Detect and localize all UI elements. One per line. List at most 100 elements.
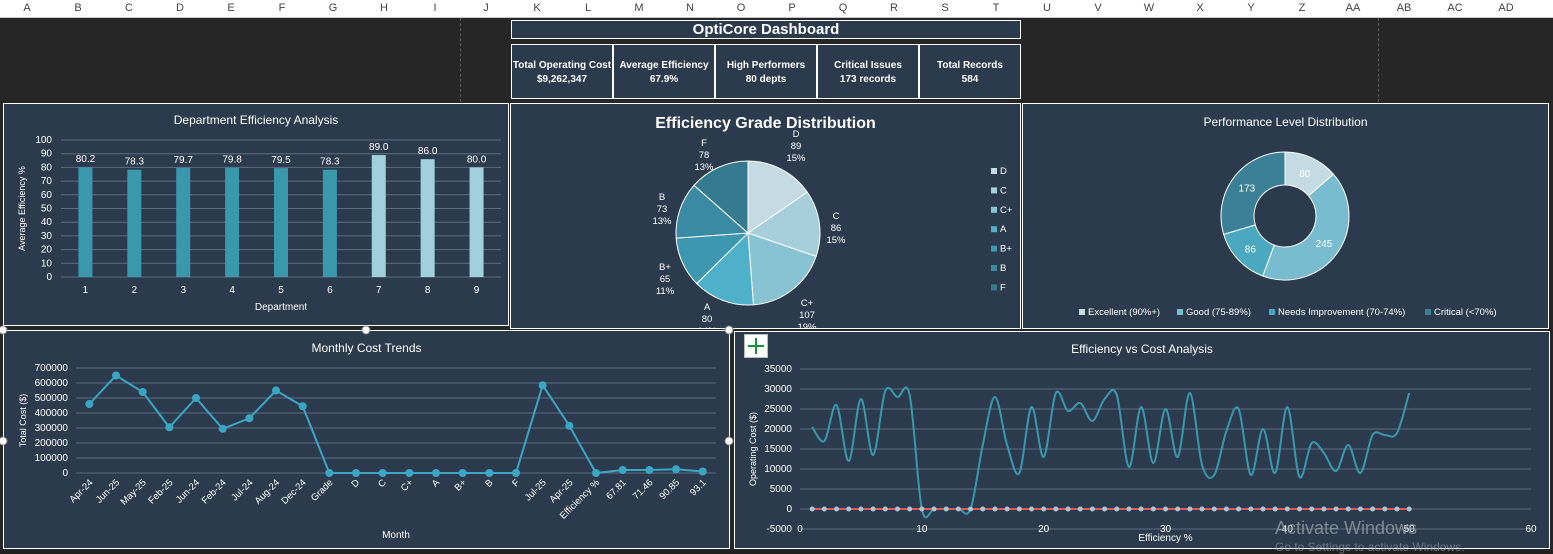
x-tick-label: 9	[474, 285, 480, 296]
data-point	[112, 371, 120, 380]
column-header-AC[interactable]: AC	[1447, 2, 1462, 14]
column-header-B[interactable]: B	[74, 2, 81, 14]
data-point	[1223, 506, 1229, 512]
data-point	[1382, 506, 1388, 512]
data-point	[1406, 506, 1412, 512]
kpi-average-efficiency[interactable]: Average Efficiency 67.9%	[613, 44, 715, 99]
bar	[469, 167, 484, 277]
x-tick-label: 0	[797, 524, 803, 535]
y-tick-label: 20	[41, 245, 53, 256]
kpi-label: Average Efficiency	[619, 60, 709, 71]
x-tick-label: 90.85	[658, 477, 683, 502]
dashboard-title[interactable]: OptiCore Dashboard	[511, 20, 1021, 39]
column-header-O[interactable]: O	[737, 2, 746, 14]
data-point	[1126, 506, 1132, 512]
chart-efficiency-vs-cost[interactable]: Efficiency vs Cost Analysis -5000 0 5000 10…	[734, 331, 1550, 549]
column-header-V[interactable]: V	[1094, 2, 1101, 14]
column-header-X[interactable]: X	[1196, 2, 1203, 14]
column-header-AB[interactable]: AB	[1397, 2, 1412, 14]
legend-label: C+	[1000, 205, 1013, 216]
y-tick-label: 600000	[35, 378, 69, 389]
data-point	[565, 421, 574, 430]
column-header-Q[interactable]: Q	[839, 2, 848, 14]
column-header-H[interactable]: H	[380, 2, 388, 14]
slice-label-name: A	[704, 302, 711, 313]
column-header-M[interactable]: M	[634, 2, 643, 14]
slice-label-percent: 13%	[652, 216, 672, 227]
column-header-J[interactable]: J	[483, 2, 489, 14]
column-header-C[interactable]: C	[125, 2, 133, 14]
x-tick-label: 7	[376, 285, 382, 296]
data-point	[378, 469, 387, 477]
x-tick-label: 10	[916, 524, 928, 535]
data-point	[1248, 506, 1254, 512]
chart-grade-distribution[interactable]: Efficiency Grade Distribution D 89 15% D C 86…	[510, 103, 1021, 329]
data-point	[1199, 506, 1205, 512]
slice-label-percent: 11%	[656, 286, 675, 297]
slice-label-name: B	[659, 192, 665, 203]
column-header-E[interactable]: E	[227, 2, 234, 14]
legend-label: B+	[1000, 244, 1012, 255]
data-point	[512, 469, 520, 477]
column-header-P[interactable]: P	[788, 2, 795, 14]
column-header-Y[interactable]: Y	[1247, 2, 1254, 14]
x-tick-label: Jul-24	[229, 477, 255, 503]
column-header-I[interactable]: I	[433, 2, 436, 14]
data-point	[672, 465, 680, 474]
chart-performance-level[interactable]: Performance Level Distribution 80 245 86 17…	[1022, 103, 1549, 329]
y-axis-title: Total Cost ($)	[18, 394, 28, 448]
data-point	[1321, 506, 1327, 512]
column-header-N[interactable]: N	[686, 2, 694, 14]
legend-swatch	[1177, 309, 1183, 315]
column-header-S[interactable]: S	[941, 2, 948, 14]
column-header-W[interactable]: W	[1144, 2, 1154, 14]
kpi-value: 80 depts	[745, 74, 787, 85]
column-header-A[interactable]: A	[23, 2, 30, 14]
column-header-L[interactable]: L	[585, 2, 591, 14]
column-header-AA[interactable]: AA	[1346, 2, 1361, 14]
slice-label-percent: 15%	[786, 153, 806, 164]
kpi-total-records[interactable]: Total Records 584	[919, 44, 1021, 99]
data-point	[1394, 506, 1400, 512]
data-point	[85, 400, 94, 408]
x-tick-label: D	[349, 477, 362, 490]
bar	[274, 168, 288, 277]
y-tick-label: 90	[41, 149, 53, 160]
x-tick-label: 20	[1038, 524, 1050, 535]
column-header-K[interactable]: K	[533, 2, 540, 14]
data-point	[1211, 506, 1217, 512]
chart-elements-button[interactable]	[744, 334, 768, 358]
column-header-U[interactable]: U	[1043, 2, 1051, 14]
column-header-AD[interactable]: AD	[1498, 2, 1513, 14]
data-point	[968, 506, 974, 512]
data-point	[432, 469, 440, 477]
data-point	[821, 506, 827, 512]
column-header-R[interactable]: R	[890, 2, 898, 14]
y-tick-label: 0	[786, 504, 792, 515]
column-header-G[interactable]: G	[329, 2, 338, 14]
chart-monthly-cost-trends[interactable]: Monthly Cost Trends 0 100000 200000 300000 4…	[3, 330, 730, 549]
kpi-total-operating-cost[interactable]: Total Operating Cost $9,262,347	[511, 44, 613, 99]
y-axis-title: Average Efficiency %	[17, 166, 27, 251]
kpi-critical-issues[interactable]: Critical Issues 173 records	[817, 44, 919, 99]
performance-level-donut-chart: 80 245 86 173 Excellent (90%+) Good (75-89%) N…	[1079, 151, 1497, 318]
column-header-Z[interactable]: Z	[1299, 2, 1306, 14]
slice-label-value: 107	[799, 310, 815, 321]
segment-label: 173	[1239, 184, 1256, 195]
data-point	[1370, 506, 1376, 512]
column-header-F[interactable]: F	[279, 2, 286, 14]
column-header-row[interactable]: A B C D E F G H I J K L M N O P Q R S T U V W X Y Z AA AB AC AD	[0, 0, 1553, 18]
slice-label-value: 89	[791, 141, 802, 152]
y-tick-label: 10000	[764, 464, 792, 475]
column-header-D[interactable]: D	[176, 2, 184, 14]
y-tick-label: 300000	[35, 423, 69, 434]
data-point	[618, 466, 627, 474]
kpi-high-performers[interactable]: High Performers 80 depts	[715, 44, 817, 99]
x-tick-label: Jun-24	[174, 477, 202, 505]
legend-swatch	[991, 206, 997, 213]
y-tick-label: 0	[62, 468, 68, 479]
kpi-value: 584	[961, 74, 979, 85]
column-header-T[interactable]: T	[993, 2, 1000, 14]
chart-department-efficiency[interactable]: Department Efficiency Analysis 0 10 20 30 40…	[3, 103, 509, 326]
x-tick-label: 6	[327, 285, 333, 296]
